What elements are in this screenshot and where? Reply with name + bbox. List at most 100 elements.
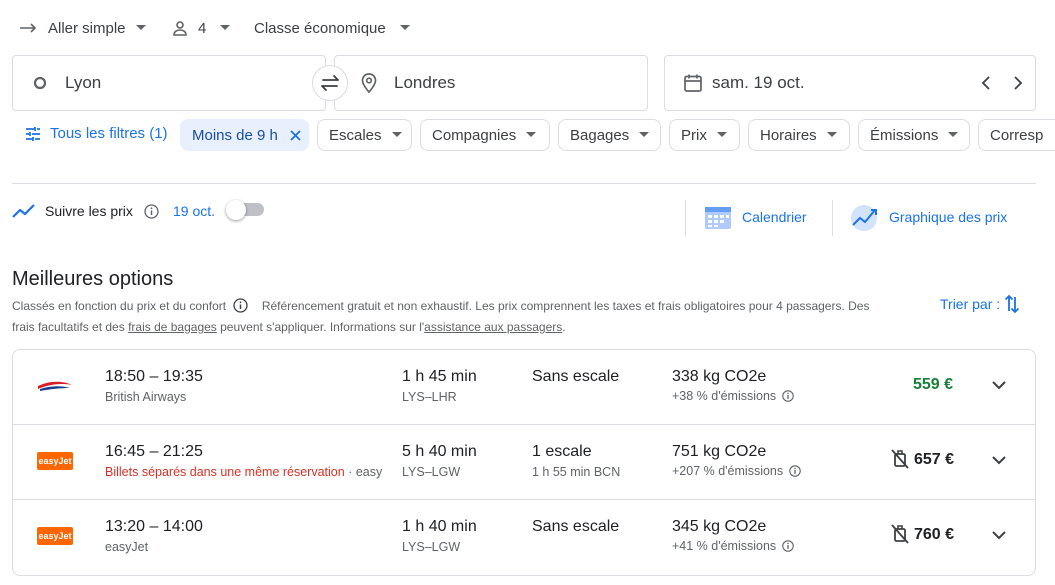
section-title: Meilleures options <box>12 268 174 290</box>
flight-duration: 1 h 45 min <box>402 368 477 385</box>
no-carry-on-bag-icon <box>891 449 909 469</box>
emissions-diff: +38 % d'émissions <box>672 389 794 403</box>
info-icon[interactable] <box>144 204 159 219</box>
destination-field[interactable]: Londres <box>334 55 648 111</box>
chip-label: Escales <box>329 126 382 144</box>
flight-route: LYS–LGW <box>402 465 461 479</box>
calendar-icon <box>683 73 703 93</box>
airline-name-truncated: · easy <box>344 465 383 479</box>
expand-chevron-icon[interactable] <box>992 531 1006 540</box>
flight-stops: Sans escale <box>532 368 620 385</box>
filter-chip-airlines[interactable]: Compagnies <box>420 119 550 151</box>
flight-route: LYS–LHR <box>402 390 457 404</box>
caret-down-icon <box>135 25 146 31</box>
destination-value: Londres <box>394 73 456 92</box>
info-icon[interactable] <box>781 390 794 402</box>
info-icon[interactable] <box>233 298 249 313</box>
chip-label: Compagnies <box>432 126 517 144</box>
emissions-diff: +207 % d'émissions <box>672 464 801 478</box>
close-icon[interactable] <box>290 129 301 141</box>
vertical-divider <box>685 200 686 236</box>
section-divider <box>12 183 1036 184</box>
flight-times: 16:45 – 21:25 <box>105 443 203 460</box>
flight-times: 18:50 – 19:35 <box>105 368 203 385</box>
caret-down-icon <box>639 132 650 138</box>
disclaimer-text: frais facultatifs et des <box>12 320 129 334</box>
caret-down-icon <box>826 132 837 138</box>
passenger-select[interactable]: 4 <box>172 17 231 39</box>
swap-button[interactable] <box>312 65 348 101</box>
sort-arrows-icon <box>1004 294 1020 314</box>
trend-icon <box>12 203 36 219</box>
price-graph-button[interactable]: Graphique des prix <box>889 209 1007 225</box>
no-carry-on-bag-icon <box>891 524 909 544</box>
filter-chip-emissions[interactable]: Émissions <box>858 119 970 151</box>
cabin-select[interactable]: Classe économique <box>254 17 410 39</box>
caret-down-icon <box>716 132 727 138</box>
results-list: 18:50 – 19:35 British Airways 1 h 45 min… <box>12 349 1036 576</box>
origin-field[interactable]: Lyon <box>12 55 326 111</box>
filter-chip-duration-active[interactable]: Moins de 9 h <box>180 119 309 151</box>
flight-price: 760 € <box>914 526 955 543</box>
caret-down-icon <box>220 25 231 31</box>
flight-row[interactable]: 18:50 – 19:35 British Airways 1 h 45 min… <box>13 350 1035 425</box>
baggage-fees-link[interactable]: frais de bagages <box>128 320 217 334</box>
flight-price: 657 € <box>914 451 955 468</box>
track-prices-label: Suivre les prix <box>45 203 133 219</box>
filter-chip-times[interactable]: Horaires <box>748 119 850 151</box>
date-value: sam. 19 oct. <box>712 73 805 92</box>
chevron-right-icon[interactable] <box>1013 76 1023 90</box>
active-filter-label: Moins de 9 h <box>192 126 278 144</box>
sort-button[interactable]: Trier par : <box>940 294 1020 314</box>
flight-row[interactable]: easyJet 13:20 – 14:00 easyJet 1 h 40 min… <box>13 500 1035 575</box>
filter-chip-stops[interactable]: Escales <box>317 119 412 151</box>
info-icon[interactable] <box>781 540 794 552</box>
tune-icon <box>25 126 41 142</box>
co2-value: 345 kg CO2e <box>672 518 767 535</box>
co2-value: 338 kg CO2e <box>672 368 767 385</box>
vertical-divider <box>832 200 833 236</box>
flight-route: LYS–LGW <box>402 540 461 554</box>
calendar-grid-icon <box>704 204 732 230</box>
track-date-link[interactable]: 19 oct. <box>173 203 215 219</box>
emissions-diff: +41 % d'émissions <box>672 539 794 553</box>
arrow-right-icon <box>20 22 38 34</box>
separate-tickets-note: Billets séparés dans une même réservatio… <box>105 465 393 479</box>
chevron-left-icon[interactable] <box>981 76 991 90</box>
trip-type-label: Aller simple <box>48 19 126 37</box>
calendar-button[interactable]: Calendrier <box>742 209 807 225</box>
toggle-knob <box>226 200 246 220</box>
cabin-label: Classe économique <box>254 19 386 37</box>
ranking-note: Classés en fonction du prix et du confor… <box>12 299 227 313</box>
caret-down-icon <box>526 132 537 138</box>
trip-type-select[interactable]: Aller simple <box>20 17 146 39</box>
separate-tickets-warning: Billets séparés dans une même réservatio… <box>105 465 345 479</box>
airline-name: British Airways <box>105 390 187 404</box>
flight-duration: 5 h 40 min <box>402 443 477 460</box>
filter-chip-bags[interactable]: Bagages <box>558 119 661 151</box>
price-graph-icon <box>849 203 881 231</box>
origin-value: Lyon <box>65 73 102 92</box>
filter-chip-connecting[interactable]: Corresp <box>978 119 1055 151</box>
person-icon <box>172 20 188 36</box>
flight-row[interactable]: easyJet 16:45 – 21:25 Billets séparés da… <box>13 425 1035 500</box>
all-filters-button[interactable]: Tous les filtres (1) <box>25 125 168 142</box>
emissions-text: +38 % d'émissions <box>672 389 777 403</box>
emissions-text: +207 % d'émissions <box>672 464 784 478</box>
filter-chip-price[interactable]: Prix <box>669 119 740 151</box>
airline-name: easyJet <box>105 540 149 554</box>
flight-stops: Sans escale <box>532 518 620 535</box>
swap-arrows-icon <box>319 74 341 92</box>
all-filters-label: Tous les filtres (1) <box>50 125 168 142</box>
origin-circle-icon <box>33 76 47 90</box>
disclaimer-text: Référencement gratuit et non exhaustif. … <box>261 299 870 313</box>
passenger-count: 4 <box>198 19 207 37</box>
easyjet-logo: easyJet <box>37 452 73 470</box>
date-field[interactable]: sam. 19 oct. <box>664 55 1036 111</box>
expand-chevron-icon[interactable] <box>992 456 1006 465</box>
expand-chevron-icon[interactable] <box>992 381 1006 390</box>
info-icon[interactable] <box>788 465 801 477</box>
flight-times: 13:20 – 14:00 <box>105 518 203 535</box>
chip-label: Prix <box>681 126 707 144</box>
passenger-assistance-link[interactable]: assistance aux passagers <box>424 320 562 334</box>
